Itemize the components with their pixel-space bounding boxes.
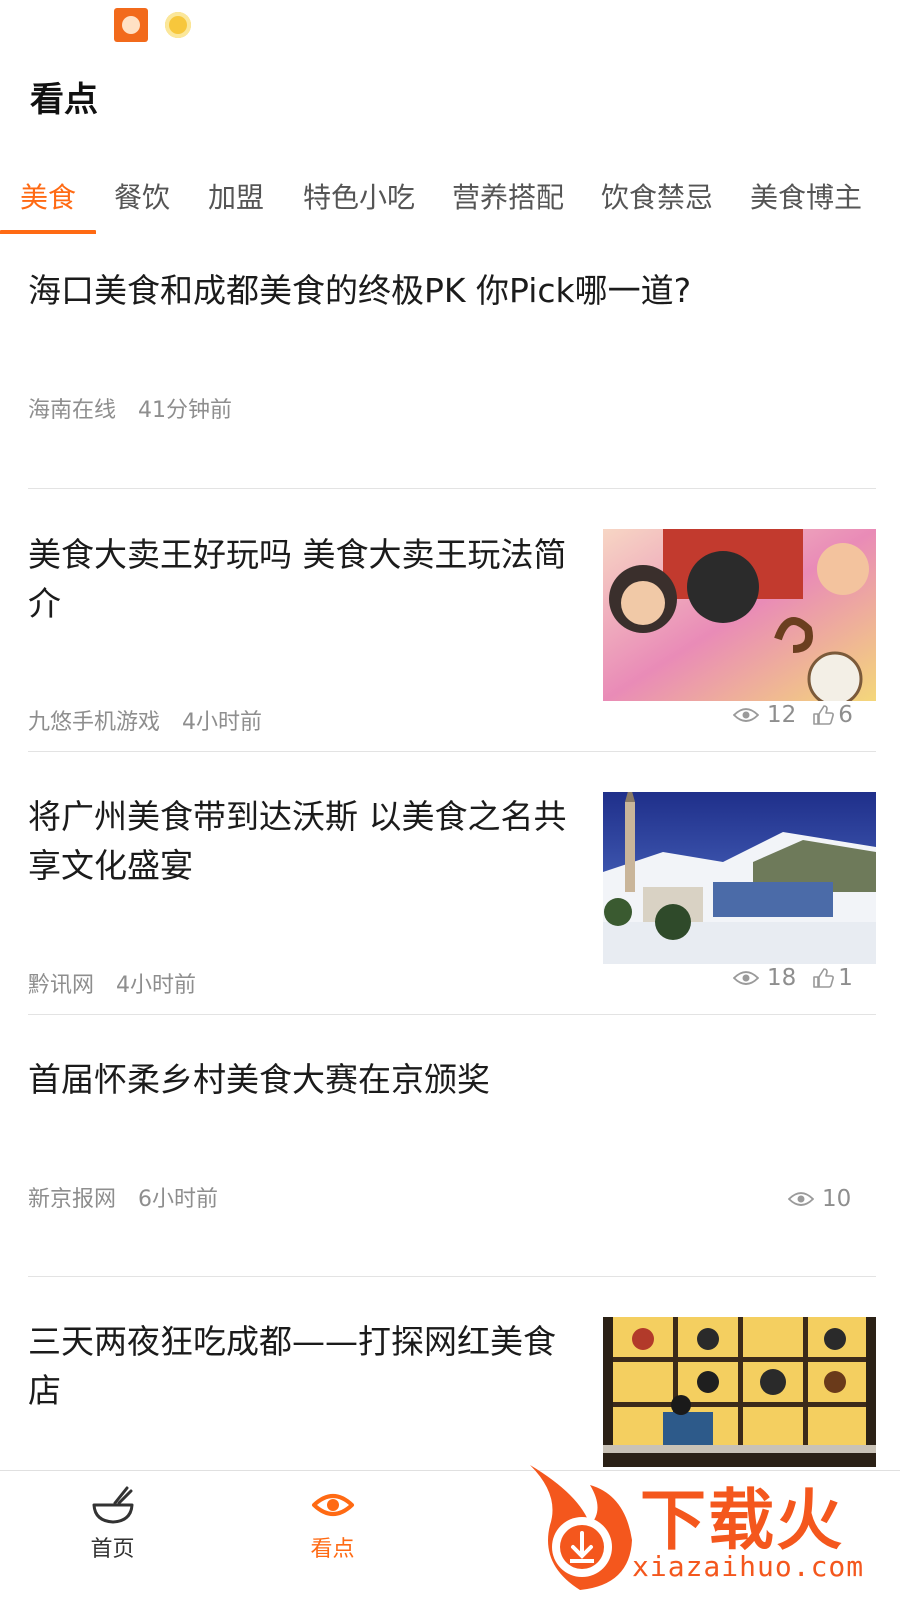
active-tab-indicator: [0, 230, 96, 234]
tabbar-home[interactable]: 首页: [0, 1471, 225, 1601]
article-meta: 海南在线 41分钟前: [28, 392, 232, 424]
tabbar-home-label: 首页: [90, 1537, 135, 1562]
divider: [28, 751, 876, 752]
tab-nutrition[interactable]: 营养搭配: [452, 176, 564, 234]
like-count: 6: [838, 702, 853, 728]
flame-logo-icon: [530, 1465, 632, 1590]
divider: [28, 1276, 876, 1277]
watermark-url: xiazaihuo.com: [632, 1550, 865, 1583]
article-stats: 10: [788, 1186, 851, 1212]
views-eye-icon: [788, 1192, 814, 1206]
article-thumbnail[interactable]: [603, 792, 876, 964]
article-time: 4小时前: [182, 710, 263, 735]
category-tabs: 美食 餐饮 加盟 特色小吃 营养搭配 饮食禁忌 美食博主: [0, 176, 900, 234]
article-time: 6小时前: [138, 1187, 219, 1212]
article-time: 4小时前: [116, 973, 197, 998]
article-source: 黔讯网: [28, 973, 95, 998]
tab-diet-taboos[interactable]: 饮食禁忌: [601, 176, 713, 234]
like-count: 1: [838, 965, 853, 991]
bowl-icon: [92, 1486, 133, 1524]
tab-food-bloggers[interactable]: 美食博主: [750, 176, 862, 234]
watermark-logo: 下载火 xiazaihuo.com: [520, 1455, 900, 1600]
views-eye-icon: [733, 971, 759, 985]
tabbar-highlights[interactable]: 看点: [220, 1471, 445, 1601]
page-title: 看点: [30, 80, 98, 120]
like-thumb-icon[interactable]: [812, 704, 835, 726]
article-thumbnail[interactable]: [603, 529, 876, 701]
like-thumb-icon[interactable]: [812, 967, 835, 989]
article-stats: 18 1: [733, 965, 853, 991]
tabbar-highlights-label: 看点: [310, 1537, 355, 1562]
article-title[interactable]: 将广州美食带到达沃斯 以美食之名共享文化盛宴: [28, 792, 573, 890]
views-eye-icon: [733, 708, 759, 722]
view-count: 18: [767, 965, 797, 991]
article-source: 新京报网: [28, 1187, 117, 1212]
article-meta: 黔讯网 4小时前: [28, 967, 196, 999]
article-source: 海南在线: [28, 398, 117, 423]
eye-icon: [311, 1494, 354, 1516]
app-notification-icon-secondary: [165, 12, 191, 38]
divider: [28, 488, 876, 489]
article-meta: 新京报网 6小时前: [28, 1181, 218, 1213]
status-bar: [0, 0, 900, 50]
tab-catering[interactable]: 餐饮: [114, 176, 170, 234]
article-title[interactable]: 海口美食和成都美食的终极PK 你Pick哪一道?: [28, 266, 876, 315]
article-meta: 九悠手机游戏 4小时前: [28, 704, 262, 736]
tab-snacks[interactable]: 特色小吃: [303, 176, 415, 234]
watermark-brand: 下载火: [640, 1482, 844, 1559]
app-notification-icon: [114, 8, 148, 42]
article-title[interactable]: 首届怀柔乡村美食大赛在京颁奖: [28, 1055, 876, 1104]
article-thumbnail[interactable]: [603, 1317, 876, 1467]
view-count: 10: [822, 1186, 852, 1212]
article-title[interactable]: 三天两夜狂吃成都——打探网红美食店: [28, 1317, 573, 1415]
view-count: 12: [767, 702, 797, 728]
tab-franchise[interactable]: 加盟: [208, 176, 264, 234]
article-title[interactable]: 美食大卖王好玩吗 美食大卖王玩法简介: [28, 530, 573, 628]
article-source: 九悠手机游戏: [28, 710, 161, 735]
tab-food[interactable]: 美食: [20, 176, 76, 234]
divider: [28, 1014, 876, 1015]
article-stats: 12 6: [733, 702, 853, 728]
article-time: 41分钟前: [138, 398, 233, 423]
